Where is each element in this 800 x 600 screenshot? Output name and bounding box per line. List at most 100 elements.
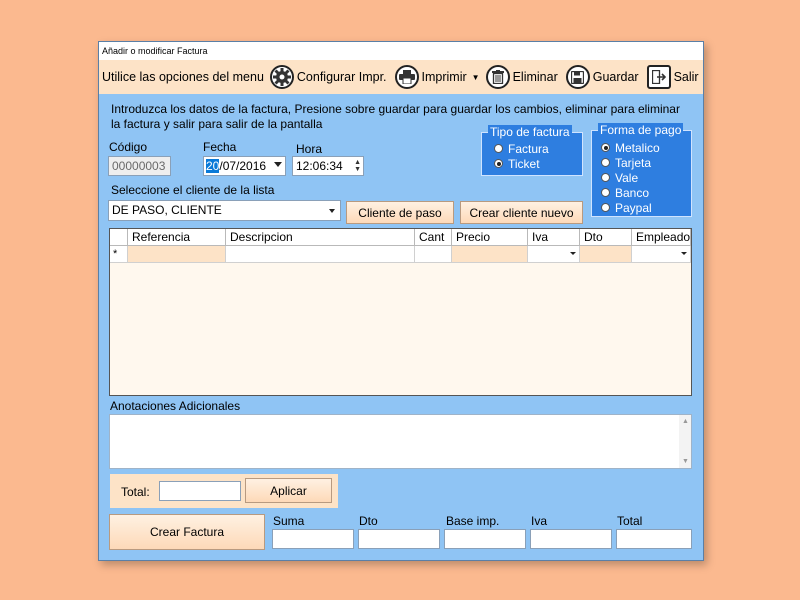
eliminar-label: Eliminar xyxy=(512,70,558,84)
new-row-marker: * xyxy=(110,246,128,263)
forma-pago-title: Forma de pago xyxy=(598,123,684,137)
cliente-select[interactable]: DE PASO, CLIENTE xyxy=(108,200,341,221)
radio-paypal-label: Paypal xyxy=(615,200,652,215)
trash-icon xyxy=(485,65,510,89)
printer-icon xyxy=(394,65,419,89)
crear-factura-button[interactable]: Crear Factura xyxy=(109,514,265,550)
exit-icon xyxy=(646,65,671,89)
hora-label: Hora xyxy=(296,142,323,156)
notes-scrollbar[interactable]: ▲ ▼ xyxy=(679,415,691,468)
tipo-factura-title: Tipo de factura xyxy=(488,125,572,139)
codigo-field: 00000003 xyxy=(108,156,171,176)
base-imp-label: Base imp. xyxy=(446,514,500,528)
cell-iva[interactable] xyxy=(528,246,580,263)
configurar-button[interactable]: Configurar Impr. xyxy=(269,60,387,94)
invoice-window: Añadir o modificar Factura Utilice las o… xyxy=(98,41,704,561)
chevron-down-icon xyxy=(329,209,335,213)
window-title: Añadir o modificar Factura xyxy=(99,42,703,60)
radio-dot-icon xyxy=(601,203,610,212)
dropdown-arrow-icon[interactable]: ▼ xyxy=(472,73,480,82)
total-summary-label: Total xyxy=(617,514,643,528)
radio-dot-icon xyxy=(601,188,610,197)
col-referencia[interactable]: Referencia xyxy=(128,229,226,246)
chevron-down-icon xyxy=(274,162,282,167)
cliente-value: DE PASO, CLIENTE xyxy=(112,203,222,217)
radio-paypal[interactable]: Paypal xyxy=(601,200,660,215)
cell-descripcion[interactable] xyxy=(226,246,415,263)
radio-tarjeta-label: Tarjeta xyxy=(615,155,652,170)
cell-empleado[interactable] xyxy=(632,246,691,263)
fecha-label: Fecha xyxy=(203,140,237,154)
total-input[interactable] xyxy=(159,481,241,501)
radio-dot-icon xyxy=(494,144,503,153)
instructions-line1: Introduzca los datos de la factura, Pres… xyxy=(111,102,680,116)
scroll-down-icon[interactable]: ▼ xyxy=(682,458,689,465)
eliminar-button[interactable]: Eliminar xyxy=(485,60,558,94)
iva-field xyxy=(530,529,612,549)
suma-field xyxy=(272,529,354,549)
radio-dot-icon xyxy=(494,159,503,168)
total-summary-field xyxy=(616,529,692,549)
crear-cliente-button[interactable]: Crear cliente nuevo xyxy=(460,201,583,224)
radio-tarjeta[interactable]: Tarjeta xyxy=(601,155,660,170)
hora-field[interactable]: 12:06:34 ▲ ▼ xyxy=(292,156,364,176)
col-descripcion[interactable]: Descripcion xyxy=(226,229,415,246)
cliente-label: Seleccione el cliente de la lista xyxy=(111,183,275,197)
cell-precio[interactable] xyxy=(452,246,528,263)
iva-label: Iva xyxy=(531,514,548,528)
grid-corner xyxy=(110,229,128,246)
dto-field xyxy=(358,529,440,549)
radio-factura[interactable]: Factura xyxy=(494,141,549,156)
chevron-down-icon xyxy=(681,252,687,255)
fecha-day-selected: 20 xyxy=(206,159,220,173)
salir-label: Salir xyxy=(673,70,699,84)
radio-dot-icon xyxy=(601,143,610,152)
gear-icon xyxy=(269,65,294,89)
radio-dot-icon xyxy=(601,173,610,182)
notes-textarea[interactable] xyxy=(109,414,692,469)
cell-dto[interactable] xyxy=(580,246,632,263)
total-label: Total: xyxy=(121,485,150,499)
cell-cant[interactable] xyxy=(415,246,452,263)
notes-label: Anotaciones Adicionales xyxy=(110,399,241,413)
total-panel: Total: Aplicar xyxy=(110,474,338,508)
aplicar-button[interactable]: Aplicar xyxy=(245,478,332,503)
scroll-up-icon[interactable]: ▲ xyxy=(682,418,689,425)
cell-referencia[interactable] xyxy=(128,246,226,263)
instructions-line2: la factura y salir para salir de la pant… xyxy=(111,117,323,131)
save-icon xyxy=(565,65,590,89)
spinner-icon[interactable]: ▲ ▼ xyxy=(354,159,361,173)
tipo-factura-group: Tipo de factura Factura Ticket xyxy=(481,125,583,176)
imprimir-button[interactable]: Imprimir ▼ xyxy=(394,60,480,94)
col-dto[interactable]: Dto xyxy=(580,229,632,246)
col-iva[interactable]: Iva xyxy=(528,229,580,246)
chevron-down-icon xyxy=(570,252,576,255)
radio-ticket-label: Ticket xyxy=(508,156,540,171)
radio-banco[interactable]: Banco xyxy=(601,185,660,200)
radio-vale[interactable]: Vale xyxy=(601,170,660,185)
radio-banco-label: Banco xyxy=(615,185,650,200)
codigo-label: Código xyxy=(109,140,148,154)
radio-dot-icon xyxy=(601,158,610,167)
radio-metalico[interactable]: Metalico xyxy=(601,140,660,155)
configurar-label: Configurar Impr. xyxy=(296,70,387,84)
cliente-de-paso-button[interactable]: Cliente de paso xyxy=(346,201,454,224)
radio-factura-label: Factura xyxy=(508,141,549,156)
radio-ticket[interactable]: Ticket xyxy=(494,156,549,171)
hora-value: 12:06:34 xyxy=(296,159,343,173)
radio-vale-label: Vale xyxy=(615,170,639,185)
toolbar-intro: Utilice las opciones del menu xyxy=(102,70,264,84)
base-imp-field xyxy=(444,529,526,549)
fecha-rest: /07/2016 xyxy=(219,159,267,173)
radio-metalico-label: Metalico xyxy=(615,140,660,155)
imprimir-label: Imprimir xyxy=(421,70,467,84)
salir-button[interactable]: Salir xyxy=(646,60,699,94)
invoice-lines-grid[interactable]: Referencia Descripcion Cant Precio Iva D… xyxy=(109,228,692,396)
col-empleado[interactable]: Empleado xyxy=(632,229,691,246)
guardar-button[interactable]: Guardar xyxy=(565,60,639,94)
guardar-label: Guardar xyxy=(592,70,639,84)
col-cant[interactable]: Cant xyxy=(415,229,452,246)
dto-label: Dto xyxy=(359,514,378,528)
suma-label: Suma xyxy=(273,514,305,528)
col-precio[interactable]: Precio xyxy=(452,229,528,246)
